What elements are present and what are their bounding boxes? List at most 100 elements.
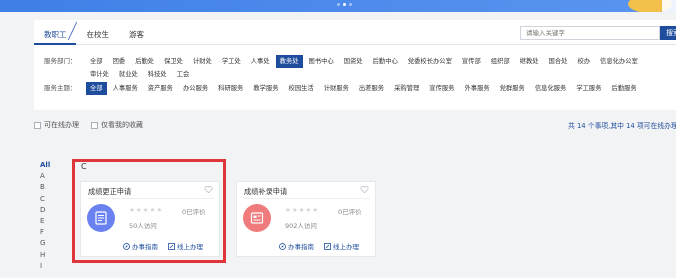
department-option[interactable]: 组织部 [487, 55, 514, 68]
department-filter-label: 服务部门： [44, 57, 77, 65]
topic-option[interactable]: 党群服务 [496, 82, 529, 95]
department-option[interactable]: 保卫处 [160, 55, 187, 68]
topic-filter: 服务主题： 全部 人事服务 资产服务 办公服务 科研服务 教学服务 校园生活 计财服务 出差服务… [44, 82, 646, 95]
tab-visitors[interactable]: 游客 [119, 29, 154, 40]
topic-option[interactable]: 计财服务 [320, 82, 353, 95]
department-option[interactable]: 人事处 [247, 55, 274, 68]
alphabet-letter[interactable]: I [40, 261, 50, 272]
department-option[interactable]: 后勤中心 [369, 55, 402, 68]
department-option[interactable]: 宣传部 [458, 55, 485, 68]
online-process-link[interactable]: 线上办理 [324, 241, 359, 251]
department-option[interactable]: 后勤处 [131, 55, 158, 68]
checkbox-box[interactable] [34, 121, 41, 129]
topic-option[interactable]: 科研服务 [214, 82, 247, 95]
topic-option[interactable]: 出差服务 [355, 82, 388, 95]
tabs-underline [34, 44, 676, 45]
carousel-dots [337, 3, 352, 6]
visit-count: 902人访问 [285, 222, 317, 230]
rating-stars: ★ ★ ★ ★ ★ [285, 206, 318, 214]
online-only-checkbox[interactable]: 可在线办理 [34, 120, 79, 130]
topic-option[interactable]: 全部 [86, 82, 107, 95]
audience-tabs: 教职工 在校生 游客 [34, 24, 154, 44]
department-option[interactable]: 审计处 [86, 68, 113, 81]
alphabet-letter[interactable]: G [40, 238, 50, 249]
carousel-dot[interactable] [343, 3, 346, 6]
card-title[interactable]: 成绩更正申请 [88, 187, 131, 197]
topic-option[interactable]: 办公服务 [179, 82, 212, 95]
alphabet-letter[interactable]: All [40, 160, 50, 171]
alphabet-letter[interactable]: C [40, 194, 50, 205]
department-option[interactable]: 教务处 [275, 55, 303, 68]
topic-option[interactable]: 外事服务 [460, 82, 493, 95]
online-process-label[interactable]: 线上办理 [333, 241, 359, 251]
favorite-heart-icon[interactable] [360, 185, 369, 194]
department-options: 全部 团委 后勤处 保卫处 计财处 学工处 人事处 教务处 图书中心 国资处 后勤中心 党委校长办公室… [86, 55, 646, 81]
department-option[interactable]: 党委校长办公室 [404, 55, 456, 68]
star-icon: ★ [149, 206, 156, 214]
star-icon: ★ [298, 206, 305, 214]
card-title[interactable]: 成绩补录申请 [244, 187, 287, 197]
tab-students[interactable]: 在校生 [77, 29, 120, 40]
carousel-dot[interactable] [349, 3, 352, 6]
department-option[interactable]: 图书中心 [305, 55, 338, 68]
department-option[interactable]: 计财处 [189, 55, 216, 68]
service-guide-link[interactable]: 办事指南 [123, 241, 158, 251]
page: 教职工 在校生 游客 搜索 服务部门： 全部团委后勤处保卫处计财处学工处人事处教… [0, 0, 676, 278]
star-icon: ★ [285, 206, 291, 214]
topic-option[interactable]: 校园生活 [285, 82, 318, 95]
department-option[interactable]: 国合处 [545, 55, 572, 68]
compass-icon [279, 242, 286, 250]
banner-illustration [628, 0, 676, 12]
card-divider [244, 198, 370, 199]
department-option[interactable]: 团委 [109, 55, 130, 68]
top-banner [0, 0, 676, 12]
form-icon [250, 212, 264, 224]
online-process-label[interactable]: 线上办理 [177, 241, 203, 251]
checkbox-box[interactable] [91, 121, 98, 129]
search-bar: 搜索 [520, 26, 676, 40]
topic-option[interactable]: 采购管理 [390, 82, 423, 95]
department-option[interactable]: 信息化办公室 [596, 55, 642, 68]
topic-option[interactable]: 信息化服务 [531, 82, 570, 95]
alphabet-letter[interactable]: B [40, 182, 50, 193]
department-option[interactable]: 学工处 [218, 55, 245, 68]
alphabet-letter[interactable]: H [40, 250, 50, 261]
topic-option[interactable]: 后勤服务 [608, 82, 641, 95]
online-process-link[interactable]: 线上办理 [168, 241, 203, 251]
favorites-only-label: 仅看我的收藏 [101, 121, 143, 129]
service-guide-label[interactable]: 办事指南 [288, 241, 314, 251]
alphabet-letter[interactable]: D [40, 205, 50, 216]
search-button[interactable]: 搜索 [660, 26, 676, 40]
search-input[interactable] [520, 26, 660, 40]
carousel-dot[interactable] [337, 3, 340, 6]
card-divider [88, 198, 214, 199]
department-option[interactable]: 就业处 [115, 68, 142, 81]
star-icon: ★ [142, 206, 149, 214]
star-icon: ★ [305, 206, 312, 214]
alphabet-letter[interactable]: F [40, 227, 50, 238]
topic-option[interactable]: 资产服务 [144, 82, 177, 95]
service-guide-label[interactable]: 办事指南 [132, 241, 158, 251]
department-option[interactable]: 全部 [86, 55, 107, 68]
favorite-heart-icon[interactable] [204, 185, 213, 194]
department-option[interactable]: 国资处 [340, 55, 367, 68]
department-option[interactable]: 科技处 [144, 68, 171, 81]
alphabet-letter[interactable]: A [40, 171, 50, 182]
alphabet-letter[interactable]: E [40, 216, 50, 227]
service-guide-link[interactable]: 办事指南 [279, 241, 314, 251]
favorites-only-checkbox[interactable]: 仅看我的收藏 [91, 120, 143, 130]
department-option[interactable]: 校办 [573, 55, 594, 68]
topic-option[interactable]: 学工服务 [572, 82, 605, 95]
card-icon-badge [87, 204, 115, 232]
topic-option[interactable]: 人事服务 [109, 82, 142, 95]
service-card[interactable]: 成绩更正申请 ★ ★ ★ ★ ★ 0已评价 50人访问 办事指南 线上办理 [80, 181, 220, 257]
service-card[interactable]: 成绩补录申请 ★ ★ ★ ★ ★ 0已评价 902人访问 办事指南 线上办理 [236, 181, 376, 257]
department-option[interactable]: 继教处 [516, 55, 543, 68]
star-icon: ★ [129, 206, 135, 214]
topic-option[interactable]: 宣传服务 [425, 82, 458, 95]
star-icon: ★ [312, 206, 319, 214]
topic-option[interactable]: 教学服务 [249, 82, 282, 95]
department-option[interactable]: 工会 [173, 68, 194, 81]
edit-icon [168, 242, 175, 250]
card-icon-badge [243, 204, 271, 232]
